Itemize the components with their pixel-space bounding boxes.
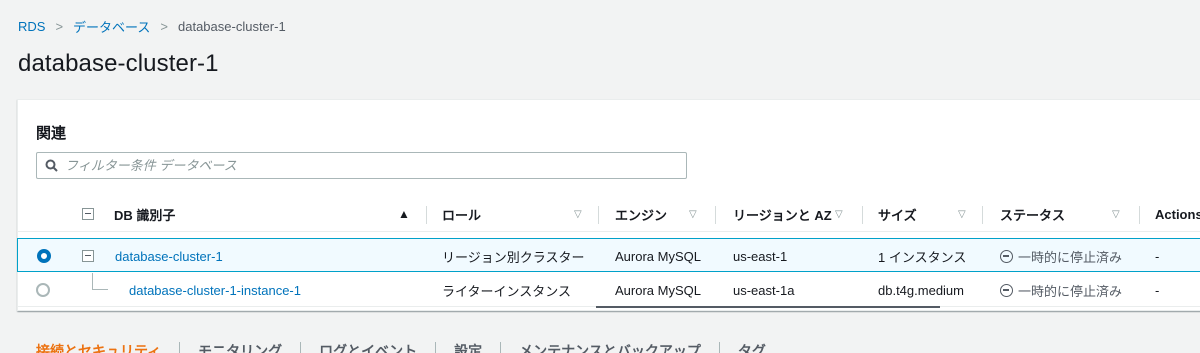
stopped-status-icon bbox=[1000, 283, 1013, 297]
table-row[interactable]: database-cluster-1 リージョン別クラスター Aurora My… bbox=[17, 238, 1200, 272]
row-collapse-toggle[interactable] bbox=[82, 239, 94, 273]
header-size[interactable]: サイズ ▽ bbox=[878, 196, 968, 232]
region-cell: us-east-1 bbox=[733, 248, 788, 264]
page-title: database-cluster-1 bbox=[18, 50, 219, 77]
chevron-right-icon: > bbox=[55, 19, 64, 34]
actions-cell: - bbox=[1155, 248, 1160, 264]
sort-icon: ▽ bbox=[958, 208, 966, 220]
horizontal-scrollbar[interactable] bbox=[596, 306, 940, 308]
tab-monitoring[interactable]: モニタリング bbox=[198, 342, 302, 353]
column-divider bbox=[982, 206, 983, 224]
breadcrumb: RDS > データベース > database-cluster-1 bbox=[18, 17, 286, 36]
search-input[interactable] bbox=[65, 158, 665, 173]
header-db-identifier[interactable]: DB 識別子 ▲ bbox=[114, 196, 414, 232]
engine-cell: Aurora MySQL bbox=[615, 282, 701, 298]
column-divider bbox=[1139, 206, 1140, 224]
row-radio[interactable] bbox=[37, 239, 51, 273]
search-field[interactable] bbox=[36, 152, 687, 179]
header-region-az[interactable]: リージョンと AZ ▽ bbox=[733, 196, 863, 232]
header-engine[interactable]: エンジン ▽ bbox=[615, 196, 705, 232]
breadcrumb-current: database-cluster-1 bbox=[178, 19, 286, 34]
column-divider bbox=[598, 206, 599, 224]
sort-icon: ▽ bbox=[689, 208, 697, 220]
header-actions[interactable]: Actions bbox=[1155, 196, 1200, 232]
header-role[interactable]: ロール ▽ bbox=[442, 196, 582, 232]
tab-connectivity-security[interactable]: 接続とセキュリティ bbox=[36, 342, 181, 353]
search-icon bbox=[37, 159, 65, 172]
tab-configuration[interactable]: 設定 bbox=[454, 342, 502, 353]
role-cell: ライターインスタンス bbox=[442, 283, 571, 299]
row-radio[interactable] bbox=[36, 273, 50, 307]
collapse-all-icon bbox=[82, 208, 94, 220]
breadcrumb-databases-link[interactable]: データベース bbox=[73, 17, 150, 36]
sort-icon: ▽ bbox=[574, 208, 582, 220]
db-identifier-link[interactable]: database-cluster-1 bbox=[115, 239, 223, 273]
db-identifier-link[interactable]: database-cluster-1-instance-1 bbox=[129, 273, 301, 307]
collapse-icon bbox=[82, 250, 94, 262]
engine-cell: Aurora MySQL bbox=[615, 248, 701, 264]
region-cell: us-east-1a bbox=[733, 282, 795, 298]
status-cell: 一時的に停止済み bbox=[1000, 239, 1122, 273]
chevron-right-icon: > bbox=[160, 19, 168, 34]
tab-tags[interactable]: タグ bbox=[738, 342, 784, 353]
actions-cell: - bbox=[1155, 282, 1160, 298]
sort-icon: ▽ bbox=[835, 208, 843, 220]
tab-logs-events[interactable]: ログとイベント bbox=[319, 342, 437, 353]
size-cell: db.t4g.medium bbox=[878, 282, 964, 298]
role-cell: リージョン別クラスター bbox=[442, 249, 585, 265]
table-header: DB 識別子 ▲ ロール ▽ エンジン ▽ リージョンと AZ ▽ サイズ ▽ … bbox=[18, 196, 1200, 232]
status-cell: 一時的に停止済み bbox=[1000, 273, 1122, 307]
size-cell: 1 インスタンス bbox=[878, 249, 967, 265]
column-divider bbox=[862, 206, 863, 224]
column-divider bbox=[715, 206, 716, 224]
sort-icon: ▽ bbox=[1112, 208, 1120, 220]
sort-ascending-icon: ▲ bbox=[398, 207, 410, 221]
tree-connector bbox=[92, 273, 108, 290]
header-status[interactable]: ステータス ▽ bbox=[1000, 196, 1130, 232]
tab-maintenance-backup[interactable]: メンテナンスとバックアップ bbox=[519, 342, 720, 353]
breadcrumb-rds-link[interactable]: RDS bbox=[18, 19, 45, 34]
column-divider bbox=[426, 206, 427, 224]
header-select-all[interactable] bbox=[82, 196, 94, 232]
table-row[interactable]: database-cluster-1-instance-1 ライターインスタンス… bbox=[18, 273, 1200, 307]
stopped-status-icon bbox=[1000, 249, 1013, 263]
related-panel: 関連 DB 識別子 ▲ ロール ▽ エンジン ▽ リージョンと AZ ▽ サイズ bbox=[17, 99, 1200, 311]
panel-title: 関連 bbox=[36, 125, 67, 142]
detail-tabs: 接続とセキュリティ モニタリング ログとイベント 設定 メンテナンスとバックアッ… bbox=[36, 342, 802, 353]
